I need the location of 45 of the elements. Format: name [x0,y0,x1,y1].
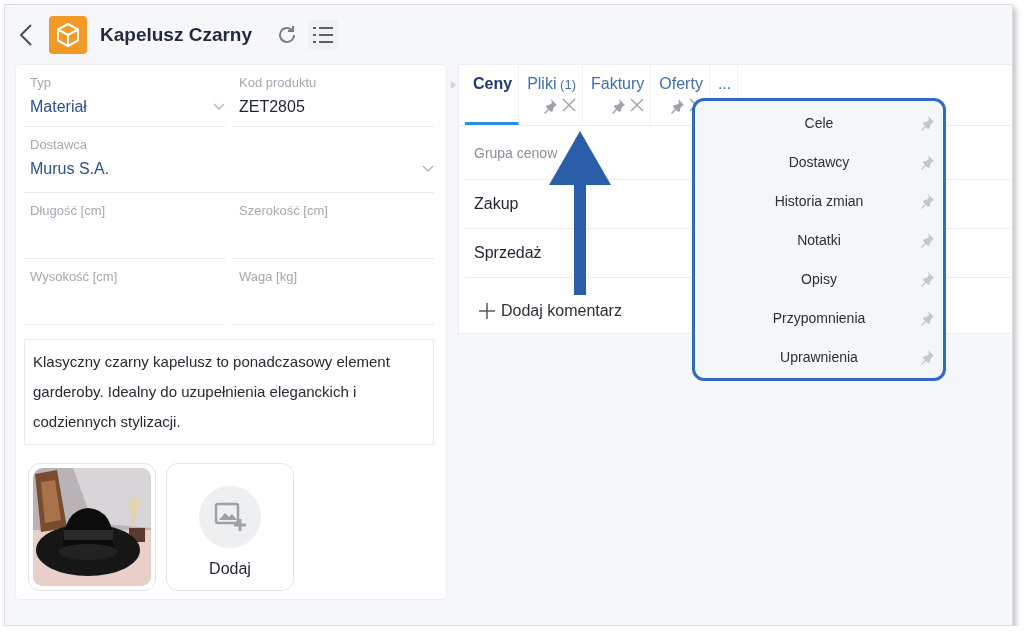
list-icon [313,25,334,44]
field-label: Typ [30,75,52,90]
close-icon[interactable] [630,98,645,112]
list-button[interactable] [308,19,339,50]
pin-icon[interactable] [919,115,935,131]
pin-icon[interactable] [919,193,935,209]
chevron-down-icon[interactable] [213,103,225,111]
field-label: Szerokość [cm] [239,203,329,218]
menu-item[interactable]: Dostawcy [695,142,943,181]
field-label: Długość [cm] [30,203,107,218]
close-icon[interactable] [562,98,576,112]
menu-item[interactable]: Przypomnienia [695,298,943,337]
menu-item[interactable]: Uprawnienia [695,337,943,376]
add-image-icon [214,502,246,532]
pin-icon[interactable] [919,310,935,326]
pin-icon[interactable] [919,232,935,248]
page-title: Kapelusz Czarny [100,23,253,46]
pin-icon[interactable] [542,98,558,114]
field-value: Murus S.A. [30,160,110,178]
collapse-icon[interactable] [451,81,456,89]
input-field[interactable]: Kod produktu ZET2805 [233,65,434,127]
pin-icon[interactable] [610,98,627,114]
back-icon [19,22,33,47]
box-icon [49,15,87,54]
tab[interactable]: Faktury [583,65,652,125]
pin-icon[interactable] [919,271,935,287]
tab[interactable]: Ceny [465,65,520,125]
tab[interactable]: Pliki (1) [519,65,583,125]
field-label: Kod produktu [239,75,318,90]
add-image-button[interactable]: Dodaj [166,463,294,591]
pin-icon[interactable] [919,349,935,365]
pin-icon[interactable] [919,154,935,170]
plus-icon [479,303,495,319]
field-value: ZET2805 [239,98,305,116]
chevron-down-icon[interactable] [422,165,434,173]
description-text: Klasyczny czarny kapelusz to ponadczasowy element garderoby. Idealny do uzupełnienia eleganckich i codziennych stylizacji. [24,339,434,445]
field-label: Waga [kg] [239,269,299,284]
add-comment-link[interactable]: Dodaj komentarz [479,302,622,320]
back-button[interactable] [19,22,33,47]
field-label: Wysokość [cm] [30,269,119,284]
menu-item[interactable]: Historia zmian [695,181,943,220]
field-value: Materiał [30,98,87,116]
field-label: Dostawca [30,137,89,152]
select-field[interactable]: Typ Materiał [24,65,225,127]
select-field[interactable]: Dostawca Murus S.A. [24,127,434,193]
